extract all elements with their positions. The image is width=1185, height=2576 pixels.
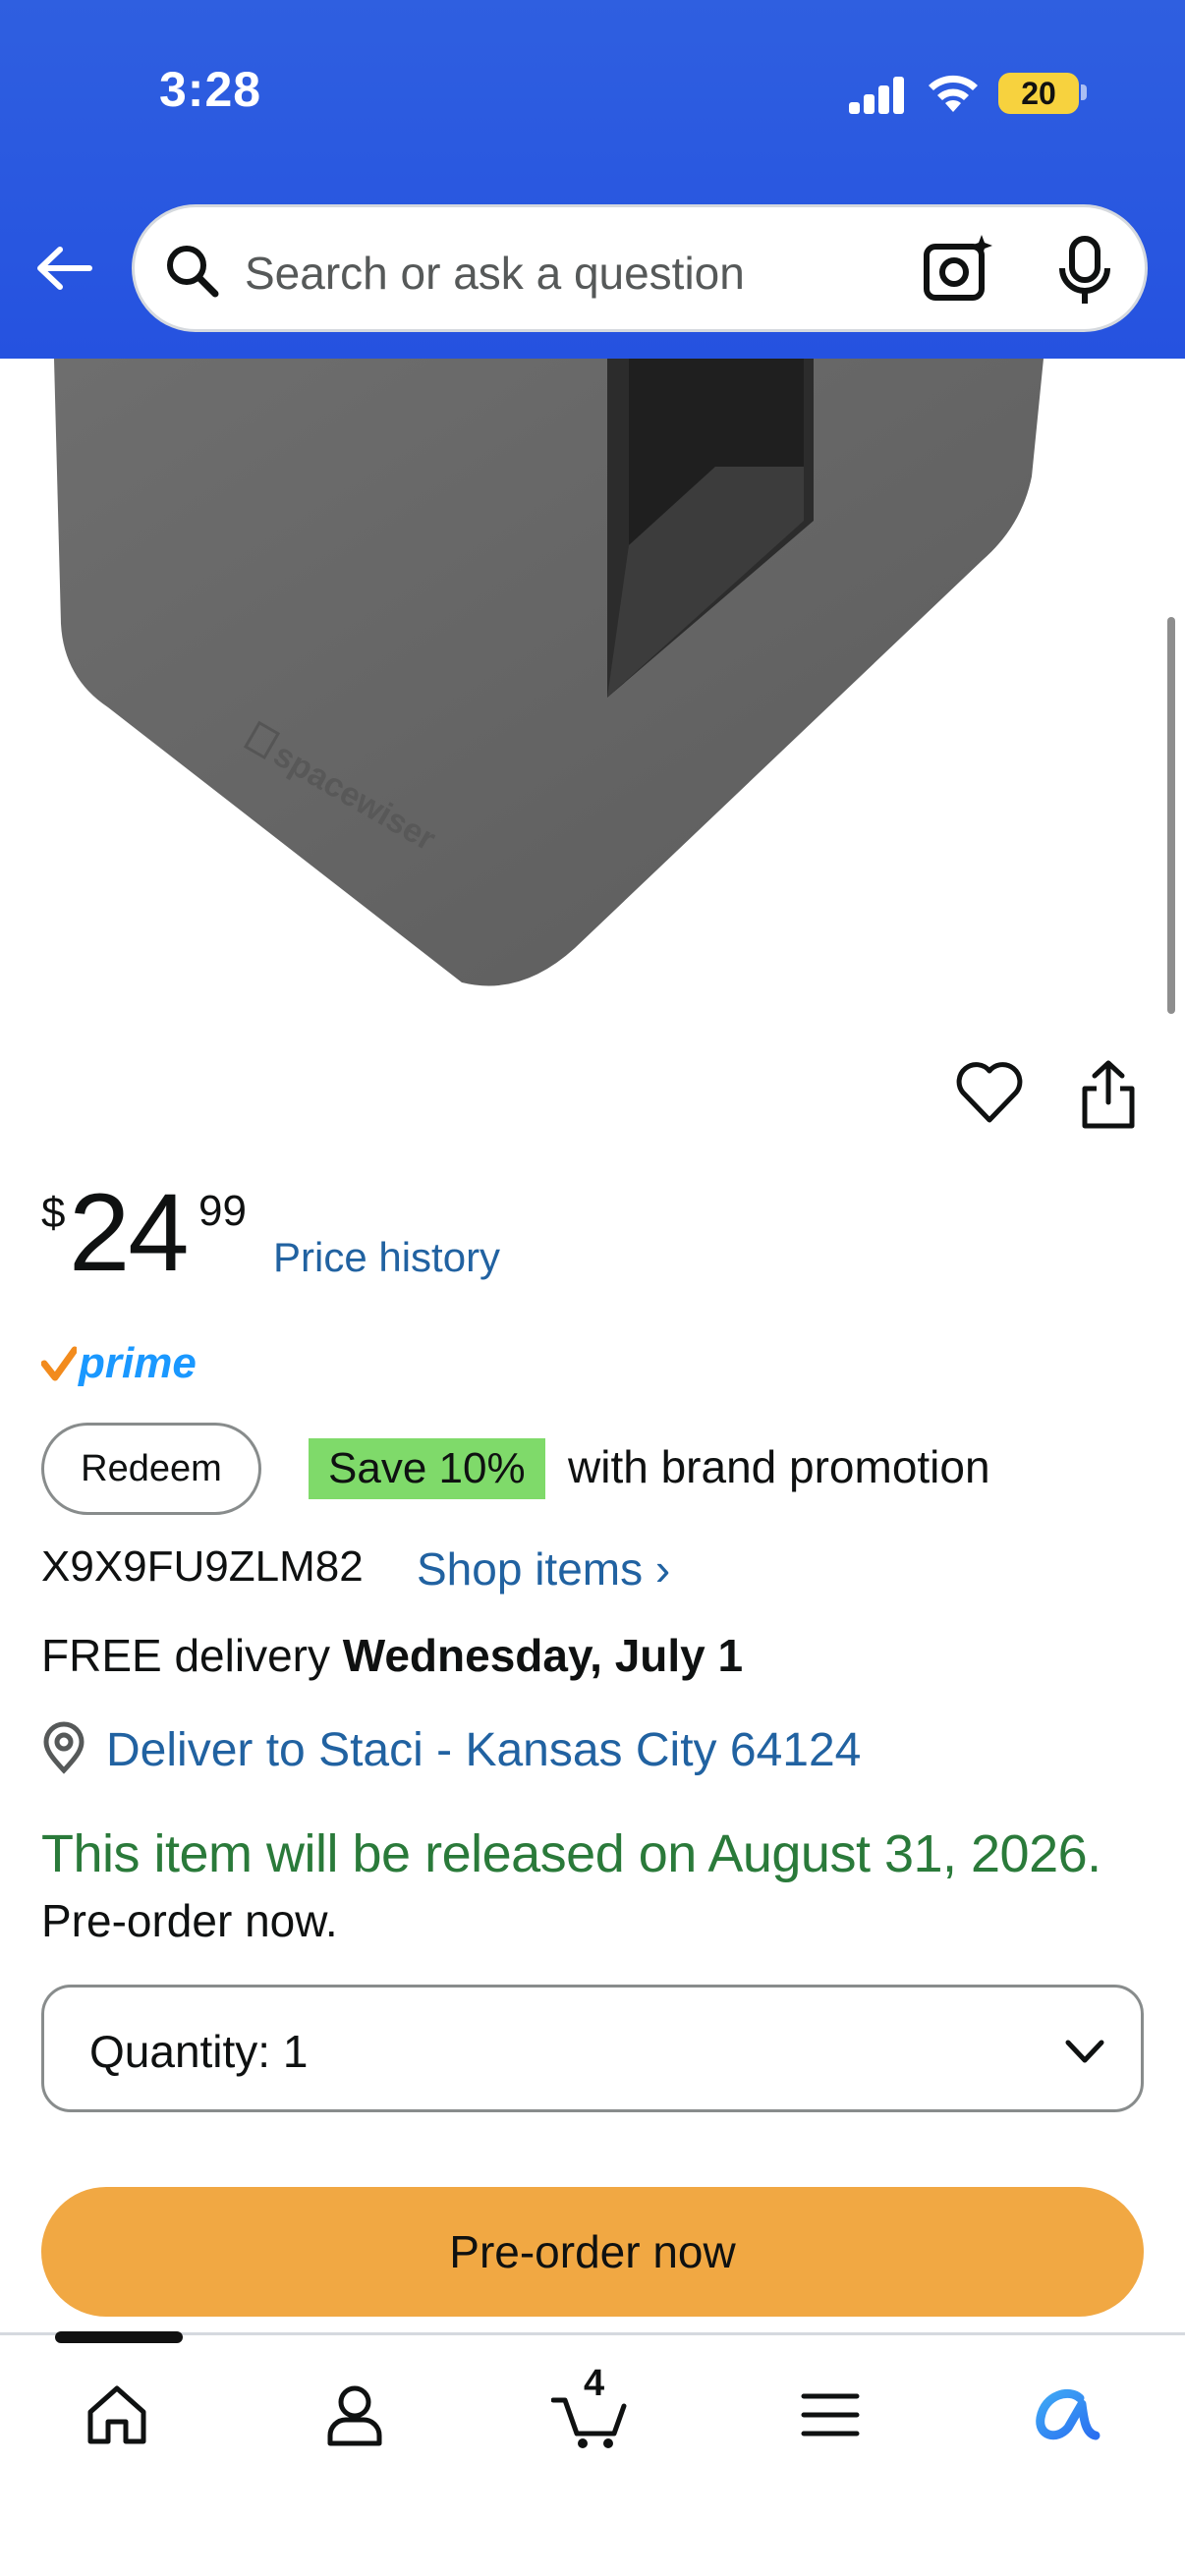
quantity-select[interactable]: Quantity: 1 [41, 1985, 1144, 2112]
nav-rufus[interactable] [1022, 2371, 1110, 2459]
release-date-text: This item will be released on August 31,… [41, 1824, 1101, 1883]
delivery-date: Wednesday, July 1 [342, 1630, 744, 1681]
active-tab-indicator [55, 2331, 183, 2343]
wifi-icon [929, 75, 978, 112]
deliver-to-link[interactable]: Deliver to Staci - Kansas City 64124 [106, 1723, 861, 1777]
bottom-navigation: 4 [0, 2331, 1185, 2576]
camera-search-icon[interactable] [921, 233, 995, 308]
status-time: 3:28 [159, 62, 262, 117]
cart-count: 4 [584, 2363, 605, 2404]
home-icon [87, 2385, 146, 2444]
battery-tip [1081, 84, 1087, 100]
price-whole: 24 [69, 1171, 190, 1294]
scrollbar[interactable] [1167, 617, 1175, 1014]
redeem-button[interactable]: Redeem [41, 1423, 261, 1515]
delivery-prefix: FREE delivery [41, 1630, 330, 1681]
location-pin-icon [43, 1721, 85, 1774]
price-fraction: 99 [198, 1187, 247, 1235]
search-input[interactable]: Search or ask a question [245, 247, 745, 300]
quantity-label: Quantity: 1 [89, 2026, 309, 2077]
save-badge: Save 10% [309, 1438, 545, 1499]
preorder-note: Pre-order now. [41, 1895, 338, 1946]
microphone-icon[interactable] [1052, 235, 1117, 306]
prime-check-icon [41, 1346, 77, 1381]
price-history-link[interactable]: Price history [273, 1234, 500, 1281]
heart-icon[interactable] [955, 1061, 1024, 1126]
account-icon [327, 2385, 382, 2446]
prime-badge: prime [41, 1336, 197, 1391]
prime-label: prime [79, 1339, 197, 1387]
nav-account[interactable] [310, 2371, 399, 2459]
back-arrow-icon [37, 247, 92, 290]
seller-code: X9X9FU9ZLM82 [41, 1542, 364, 1591]
product-photo: spacewiser [54, 359, 1044, 986]
rufus-icon [1036, 2388, 1100, 2440]
search-bar[interactable]: Search or ask a question [132, 204, 1148, 332]
nav-cart[interactable]: 4 [546, 2363, 635, 2459]
app-header: 3:28 20 Search or ask a question [0, 0, 1185, 359]
nav-menu[interactable] [786, 2371, 875, 2459]
share-icon[interactable] [1077, 1059, 1140, 1130]
product-image[interactable]: spacewiser [0, 359, 1185, 1007]
shop-items-link[interactable]: Shop items › [417, 1542, 670, 1596]
price-currency: $ [41, 1189, 66, 1237]
menu-icon [801, 2393, 860, 2436]
promo-text: with brand promotion [568, 1441, 990, 1492]
delivery-info: FREE delivery Wednesday, July 1 [41, 1629, 743, 1682]
battery-indicator: 20 [998, 73, 1079, 114]
search-icon [167, 246, 219, 298]
back-button[interactable] [31, 236, 96, 301]
nav-home[interactable] [73, 2371, 161, 2459]
cellular-signal-icon [849, 77, 906, 114]
preorder-button[interactable]: Pre-order now [41, 2187, 1144, 2317]
chevron-down-icon [1065, 2040, 1104, 2063]
